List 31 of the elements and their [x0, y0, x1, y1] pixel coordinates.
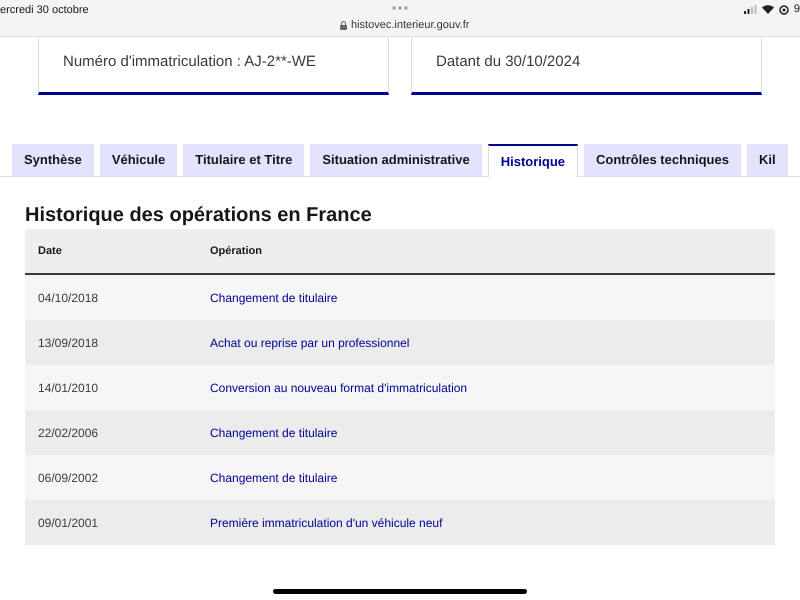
section-heading: Historique des opérations en France [25, 203, 373, 227]
column-header: Date [37, 244, 63, 259]
date-cell-text: 04/10/2018 [37, 290, 100, 306]
date-cell-text: 13/09/2018 [37, 334, 100, 352]
tab[interactable]: Contrôles techniques [584, 144, 741, 176]
tab[interactable]: Situation administrative [310, 144, 482, 176]
status-date: ercredi 30 octobre [0, 3, 89, 18]
card-text: Datant du 30/10/2024 [436, 53, 580, 70]
tab[interactable]: Synthèse [12, 144, 94, 176]
url-text[interactable]: histovec.interieur.gouv.fr [351, 17, 470, 34]
date-cell-text: 06/09/2002 [37, 470, 100, 486]
more-dots-icon[interactable] [392, 6, 408, 10]
operation-cell-text: Changement de titulaire [210, 424, 338, 442]
wifi-icon [762, 5, 774, 14]
card-text: Numéro d'immatriculation : AJ-2**-WE [63, 53, 316, 70]
date-cell-text: 14/01/2010 [37, 380, 100, 396]
battery-percent: 9 [794, 4, 800, 15]
date-cell-text: 09/01/2001 [37, 514, 100, 532]
lock-icon [340, 20, 347, 30]
signal-icon [744, 5, 757, 14]
operation-cell-text: Conversion au nouveau format d'immatriculation [210, 380, 468, 396]
operation-cell-text: Changement de titulaire [210, 470, 338, 486]
date-cell-text: 22/02/2006 [37, 424, 100, 442]
tab[interactable]: Kil [746, 144, 788, 176]
tab[interactable]: Historique [488, 144, 578, 177]
column-header: Opération [210, 244, 262, 259]
operation-cell-text: Changement de titulaire [210, 290, 338, 306]
tab[interactable]: Véhicule [100, 144, 178, 176]
operation-cell-text: Achat ou reprise par un professionnel [210, 334, 410, 352]
operation-cell-text: Première immatriculation d'un véhicule neuf [210, 514, 442, 532]
tab[interactable]: Titulaire et Titre [183, 144, 304, 176]
